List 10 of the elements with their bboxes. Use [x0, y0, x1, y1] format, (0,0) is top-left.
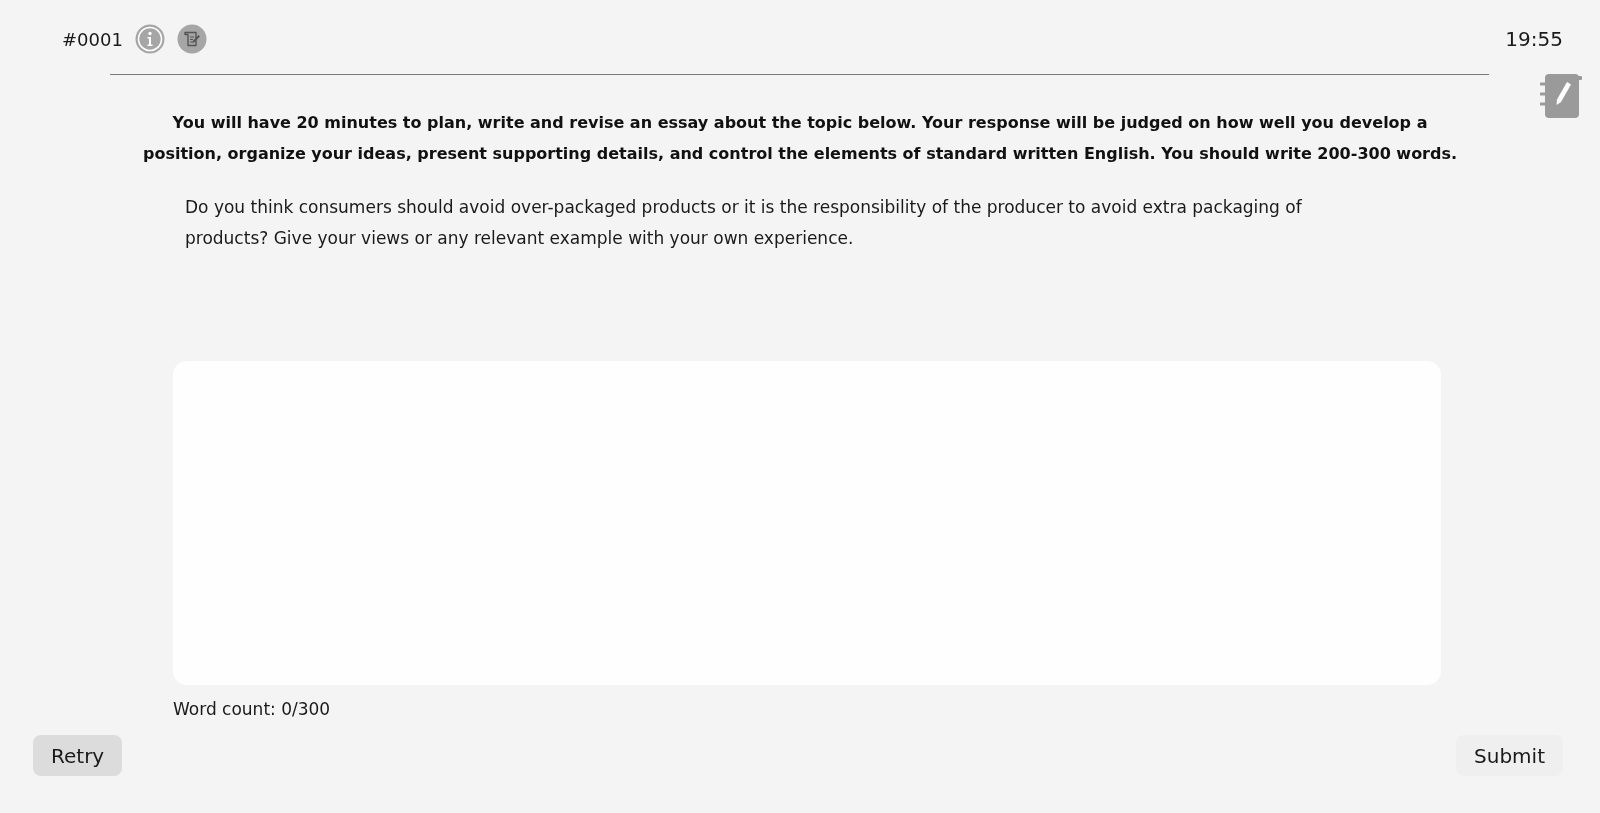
item-number: #0001 — [62, 28, 123, 50]
notebook-pencil-icon[interactable] — [1540, 72, 1582, 120]
essay-prompt-text: Do you think consumers should avoid over-packaged products or it is the responsibility of the producer to avoid extra packaging of products? Give your views or any relevant example with your own experience. — [185, 196, 1303, 250]
info-icon[interactable] — [134, 24, 165, 54]
instructions-text: You will have 20 minutes to plan, write and revise an essay about the topic below. Your response will be judged on how well you develop a position, organize your ideas, present supporting details, and control the elements of standard written English. You should write 200-300 words. — [141, 112, 1459, 165]
notepad-icon[interactable] — [176, 24, 207, 54]
word-count: Word count: 0/300 — [173, 699, 331, 719]
action-button[interactable]: Submit — [1456, 735, 1563, 776]
action-button[interactable]: Retry — [33, 735, 123, 776]
timer: 19:55 — [1505, 27, 1563, 51]
